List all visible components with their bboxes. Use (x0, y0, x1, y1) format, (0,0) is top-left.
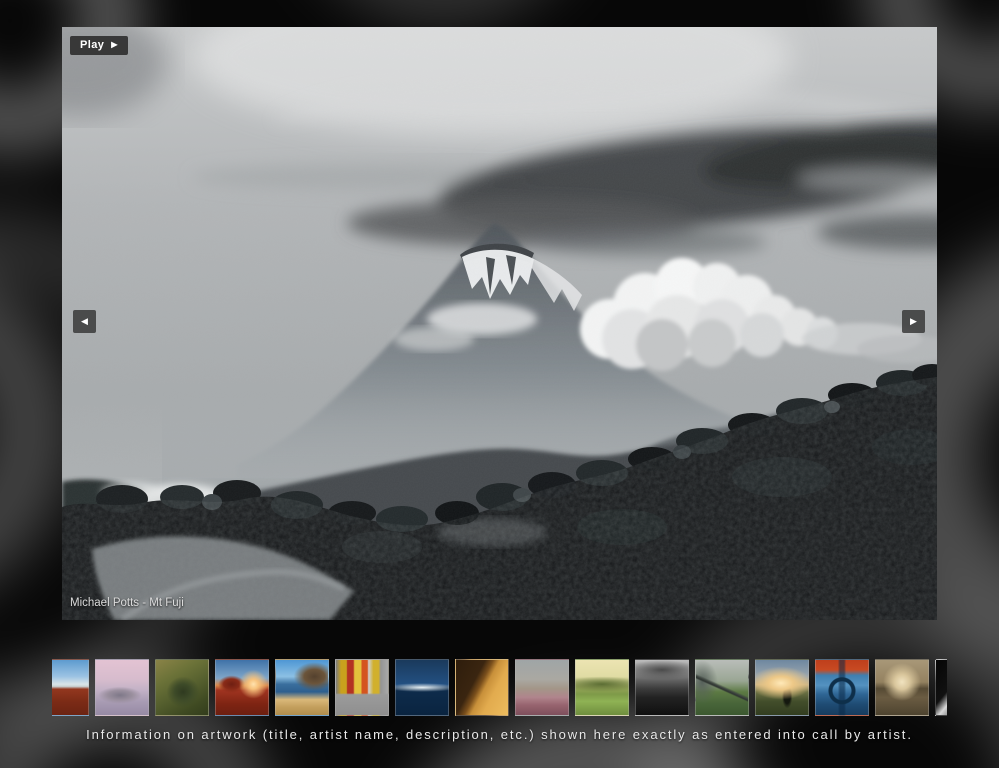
next-arrow-icon: ▶ (910, 316, 917, 326)
thumbnail-amber-dune[interactable] (455, 659, 509, 716)
thumbnail-row (52, 659, 947, 716)
photo-caption: Michael Potts - Mt Fuji (70, 597, 184, 609)
thumbnail-night-mountains[interactable] (395, 659, 449, 716)
thumbnail-red-field-blue-sky[interactable] (52, 659, 89, 716)
thumbnail-sunset-walker[interactable] (755, 659, 809, 716)
thumbnail-aerial-farm[interactable] (155, 659, 209, 716)
next-button[interactable]: ▶ (902, 310, 925, 333)
photo-film-grain (62, 27, 937, 620)
artwork-info-text: Information on artwork (title, artist na… (0, 727, 999, 742)
mt-fuji-photo (62, 27, 937, 620)
prev-arrow-icon: ◀ (81, 316, 88, 326)
thumbnail-pink-misty-barn[interactable] (95, 659, 149, 716)
play-button-label: Play (80, 39, 104, 51)
thumbnail-bw-partial[interactable] (935, 659, 947, 716)
thumbnail-strip[interactable] (52, 659, 947, 717)
thumbnail-harbor-boats[interactable] (275, 659, 329, 716)
thumbnail-misty-meadow[interactable] (515, 659, 569, 716)
slideshow-image[interactable]: Play ▶ ◀ ▶ Michael Potts - Mt Fuji (62, 27, 937, 620)
prev-button[interactable]: ◀ (73, 310, 96, 333)
thumbnail-city-street[interactable] (335, 659, 389, 716)
thumbnail-bw-mountain[interactable] (635, 659, 689, 716)
play-icon: ▶ (111, 41, 118, 49)
play-button[interactable]: Play ▶ (70, 36, 128, 55)
slideshow-app: Play ▶ ◀ ▶ Michael Potts - Mt Fuji (0, 0, 999, 768)
thumbnail-green-pasture[interactable] (575, 659, 629, 716)
thumbnail-blue-gate[interactable] (815, 659, 869, 716)
thumbnail-red-barn-sunset[interactable] (215, 659, 269, 716)
thumbnail-field-diagonal-line[interactable] (695, 659, 749, 716)
thumbnail-sepia-pond[interactable] (875, 659, 929, 716)
